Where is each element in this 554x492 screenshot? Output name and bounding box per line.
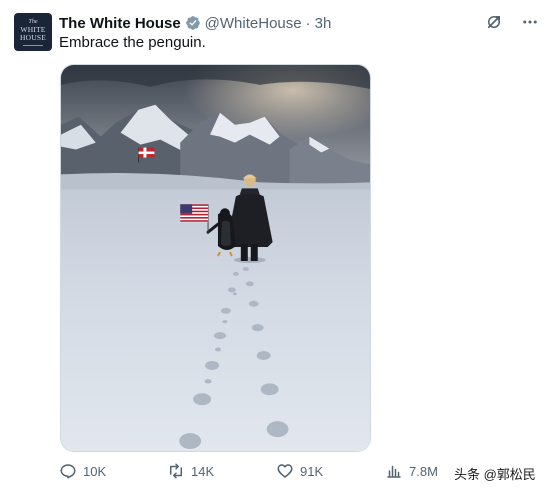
- like-count: 91K: [300, 463, 324, 479]
- post-actions: 10K 14K 91K 7.8M: [59, 462, 438, 484]
- views-count: 7.8M: [409, 463, 438, 479]
- post-time[interactable]: 3h: [315, 15, 332, 32]
- post-image[interactable]: [60, 64, 371, 452]
- views-icon: [387, 465, 401, 478]
- like-button[interactable]: 91K: [276, 462, 323, 480]
- reply-icon: [60, 464, 76, 479]
- post-top-actions: [484, 12, 540, 32]
- more-icon[interactable]: [520, 12, 540, 32]
- watermark: 头条 @郭松民: [454, 467, 536, 482]
- views-button[interactable]: 7.8M: [385, 462, 438, 480]
- like-icon: [277, 464, 293, 478]
- author-handle[interactable]: @WhiteHouse: [205, 15, 302, 32]
- post-header: The White House @WhiteHouse · 3h: [59, 13, 331, 33]
- verified-badge-icon[interactable]: [185, 15, 201, 31]
- avatar[interactable]: The WHITE HOUSE: [14, 13, 52, 51]
- reply-count: 10K: [83, 463, 107, 479]
- author-name[interactable]: The White House: [59, 15, 181, 32]
- repost-count: 14K: [191, 463, 215, 479]
- avatar-rule: [23, 45, 43, 46]
- reply-button[interactable]: 10K: [59, 462, 106, 480]
- repost-button[interactable]: 14K: [167, 462, 214, 480]
- avatar-line-3: HOUSE: [19, 33, 46, 42]
- grok-icon[interactable]: [484, 12, 504, 32]
- repost-icon: [170, 463, 182, 479]
- post-text: Embrace the penguin.: [59, 34, 206, 51]
- separator-dot: ·: [305, 14, 311, 32]
